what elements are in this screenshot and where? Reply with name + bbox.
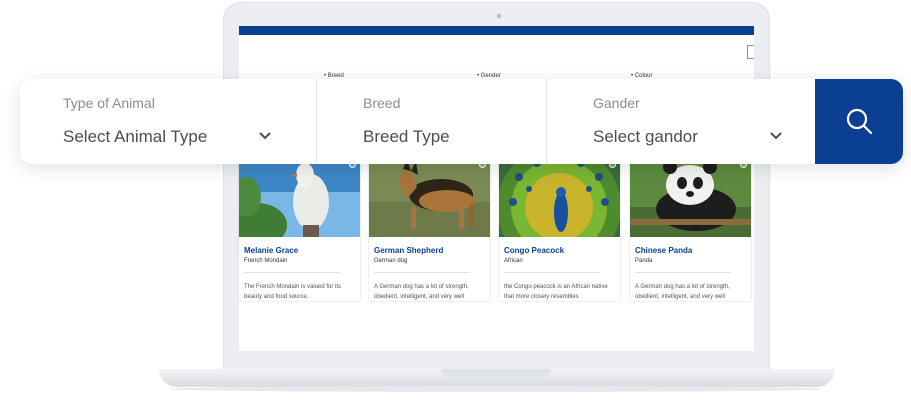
- card-title[interactable]: German Shepherd: [374, 246, 443, 255]
- card-subtitle: German dog: [374, 258, 408, 264]
- card-title[interactable]: Chinese Panda: [635, 246, 692, 255]
- card-description: the Congo peacock is an African native t…: [504, 284, 608, 300]
- card-divider: [635, 272, 731, 273]
- laptop-notch: [441, 369, 551, 377]
- gender-label: Gander: [593, 95, 640, 111]
- search-icon: [846, 108, 873, 135]
- chevron-down-icon[interactable]: [769, 131, 783, 141]
- field-divider: [316, 79, 317, 164]
- chevron-down-icon[interactable]: [258, 131, 272, 141]
- search-button[interactable]: [815, 79, 903, 164]
- gender-value[interactable]: Select gandor: [593, 127, 698, 147]
- breed-value[interactable]: Breed Type: [363, 127, 450, 147]
- card-subtitle: Panda: [635, 258, 653, 264]
- card-description: The French Mondain is valued for its bea…: [244, 284, 342, 300]
- animal-type-select[interactable]: Type of Animal Select Animal Type: [20, 79, 316, 164]
- screen-header-bar: [239, 26, 754, 35]
- card-divider: [504, 272, 600, 273]
- card-description: A German dog has a lot of strength, obed…: [635, 284, 730, 300]
- laptop-shadow: [170, 386, 824, 392]
- card-subtitle: African: [504, 258, 523, 264]
- breed-label: Breed: [363, 95, 401, 111]
- card-title[interactable]: Congo Peacock: [504, 246, 564, 255]
- card-divider: [244, 272, 340, 273]
- card-title[interactable]: Melanie Grace: [244, 246, 298, 255]
- animal-type-value[interactable]: Select Animal Type: [63, 127, 207, 147]
- breed-field[interactable]: Breed Breed Type: [320, 79, 546, 164]
- field-divider: [546, 79, 547, 164]
- gender-select[interactable]: Gander Select gandor: [550, 79, 815, 164]
- animal-search-bar: Type of Animal Select Animal Type Breed …: [20, 79, 903, 164]
- animal-type-label: Type of Animal: [63, 95, 155, 111]
- card-divider: [374, 272, 470, 273]
- card-description: A German dog has a lot of strength, obed…: [374, 284, 469, 300]
- screen-corner-box: [747, 45, 754, 59]
- card-subtitle: French Mondain: [244, 258, 288, 264]
- camera-dot: [497, 14, 501, 18]
